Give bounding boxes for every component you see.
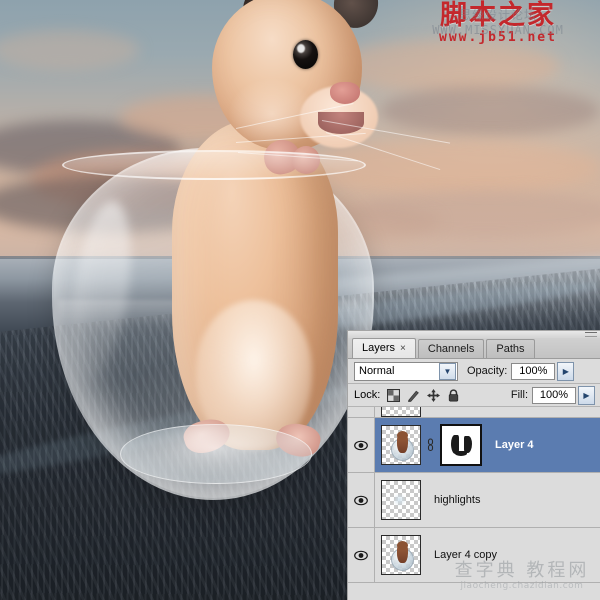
lock-all-icon[interactable] bbox=[447, 389, 460, 402]
visibility-toggle-layer-4-copy[interactable] bbox=[348, 528, 375, 582]
lock-label: Lock: bbox=[354, 389, 380, 401]
visibility-toggle-highlights[interactable] bbox=[348, 473, 375, 527]
visibility-toggle[interactable] bbox=[348, 407, 375, 417]
opacity-stepper-icon[interactable]: ▶ bbox=[557, 362, 574, 381]
fill-label: Fill: bbox=[511, 389, 528, 401]
lock-image-pixels-icon[interactable] bbox=[407, 389, 420, 402]
link-mask-icon[interactable] bbox=[425, 437, 436, 453]
hamster-eye bbox=[293, 40, 318, 69]
visibility-toggle-layer-4[interactable] bbox=[348, 418, 375, 472]
lock-transparent-pixels-icon[interactable] bbox=[387, 389, 400, 402]
chevron-down-icon[interactable]: ▼ bbox=[439, 363, 456, 380]
opacity-input[interactable]: 100% bbox=[511, 363, 555, 380]
layer-thumbnail-layer-4[interactable] bbox=[381, 425, 421, 465]
watermark-bottom: 查字典 教程网 jiaocheng.chazidian.com bbox=[452, 560, 592, 596]
eye-icon[interactable] bbox=[354, 550, 368, 561]
tab-channels-label: Channels bbox=[428, 343, 474, 355]
lock-fill-row: Lock: Fill: 100% bbox=[348, 384, 600, 406]
watermark-top: 思缘设计论坛 WWW.MISSYUAN.COM 脚本之家 www.jb51.ne… bbox=[398, 2, 598, 48]
tab-channels[interactable]: Channels bbox=[418, 339, 484, 358]
layer-name-highlights[interactable]: highlights bbox=[434, 494, 480, 506]
fill-input[interactable]: 100% bbox=[532, 387, 576, 404]
layer-list[interactable]: Layer 4 highlights bbox=[348, 407, 600, 583]
lock-position-icon[interactable] bbox=[427, 389, 440, 402]
watermark-bottom-cn: 查字典 教程网 bbox=[452, 560, 592, 581]
layer-name-layer-4[interactable]: Layer 4 bbox=[495, 439, 534, 451]
watermark-top-ghost: 思缘设计论坛 WWW.MISSYUAN.COM bbox=[398, 6, 598, 37]
cloud bbox=[380, 86, 600, 136]
hamster-nose bbox=[330, 82, 360, 104]
tab-layers-label: Layers bbox=[362, 342, 395, 354]
eye-icon[interactable] bbox=[354, 495, 368, 506]
hamster-eye-highlight bbox=[297, 44, 305, 53]
layer-row-layer-4[interactable]: Layer 4 bbox=[348, 418, 600, 473]
tab-paths[interactable]: Paths bbox=[486, 339, 534, 358]
layer-thumbnail-layer-4-copy[interactable] bbox=[381, 535, 421, 575]
layer-thumbnail[interactable] bbox=[381, 407, 421, 417]
bowl-base bbox=[120, 424, 312, 484]
watermark-bottom-url: jiaocheng.chazidian.com bbox=[452, 581, 592, 591]
blend-mode-select[interactable]: Normal ▼ bbox=[354, 362, 458, 381]
close-icon[interactable]: × bbox=[400, 343, 406, 354]
eye-icon[interactable] bbox=[354, 440, 368, 451]
opacity-label: Opacity: bbox=[467, 365, 507, 377]
layer-row-partial[interactable] bbox=[348, 407, 600, 418]
blend-mode-value: Normal bbox=[359, 365, 394, 377]
layer-row-highlights[interactable]: highlights bbox=[348, 473, 600, 528]
tab-paths-label: Paths bbox=[496, 343, 524, 355]
screenshot-root: 思缘设计论坛 WWW.MISSYUAN.COM 脚本之家 www.jb51.ne… bbox=[0, 0, 600, 600]
layer-thumbnail-highlights[interactable] bbox=[381, 480, 421, 520]
layer-mask-thumbnail-layer-4[interactable] bbox=[440, 424, 482, 466]
fill-stepper-icon[interactable]: ▶ bbox=[578, 386, 595, 405]
panel-collapse-icon[interactable] bbox=[585, 332, 597, 337]
blend-opacity-row: Normal ▼ Opacity: 100% ▶ bbox=[348, 359, 600, 383]
tab-layers[interactable]: Layers × bbox=[352, 338, 416, 358]
panel-title-bar[interactable] bbox=[348, 331, 600, 338]
panel-tab-bar[interactable]: Layers × Channels Paths bbox=[348, 338, 600, 359]
bowl-rim bbox=[62, 150, 366, 180]
